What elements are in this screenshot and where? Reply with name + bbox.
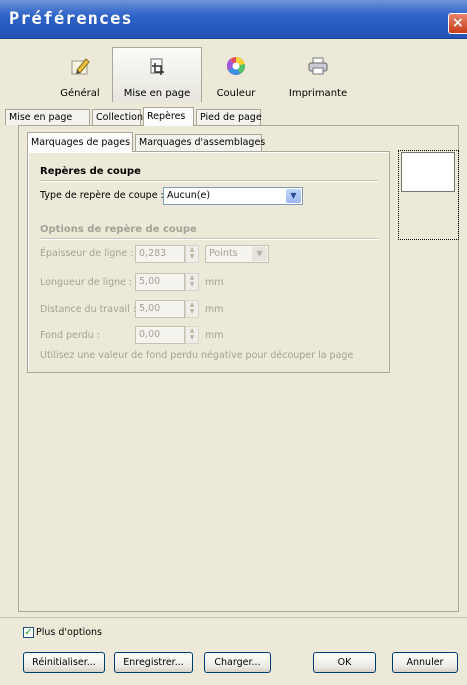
category-imprimante-label: Imprimante	[288, 88, 348, 99]
section-divider	[40, 180, 378, 182]
color-wheel-icon	[226, 56, 246, 75]
save-button[interactable]: Enregistrer...	[114, 652, 193, 673]
category-mise-en-page-label: Mise en page	[123, 88, 191, 99]
crop-type-value: Aucun(e)	[167, 190, 211, 201]
crop-type-label: Type de repère de coupe :	[40, 190, 164, 201]
window-title: Préférences	[9, 9, 133, 29]
line-width-stepper[interactable]: ▲ ▼	[185, 245, 199, 263]
subtab-marquages-assemblages[interactable]: Marquages d'assemblages	[135, 134, 265, 151]
subtab-marquages-de-pages[interactable]: Marquages de pages	[27, 132, 133, 152]
main-tab-bar: Mise en page Collection Repères Pied de …	[0, 107, 467, 126]
line-width-input[interactable]: 0,283	[135, 245, 185, 263]
distance-unit: mm	[205, 304, 224, 315]
close-button[interactable]: ×	[448, 13, 467, 34]
reset-button[interactable]: Réinitialiser...	[23, 652, 105, 673]
bottom-divider	[0, 617, 467, 618]
tab-mise-en-page[interactable]: Mise en page	[5, 109, 90, 125]
crop-marks-panel: Repères de coupe Type de repère de coupe…	[27, 151, 390, 373]
line-width-label: Épaisseur de ligne :	[40, 248, 134, 259]
line-length-stepper[interactable]: ▲ ▼	[185, 273, 199, 291]
distance-stepper[interactable]: ▲ ▼	[185, 300, 199, 318]
category-general-label: Général	[60, 88, 100, 99]
pencil-note-icon	[71, 58, 90, 75]
section-title-crop-marks: Repères de coupe	[40, 166, 141, 177]
cancel-button[interactable]: Annuler	[392, 652, 458, 673]
category-imprimante[interactable]: Imprimante	[282, 47, 354, 102]
chevron-down-icon: ▼	[286, 189, 301, 203]
tab-collection[interactable]: Collection	[92, 109, 143, 125]
distance-label: Distance du travail :	[40, 304, 137, 315]
crop-icon	[150, 58, 164, 75]
tab-pied-de-page[interactable]: Pied de page	[196, 109, 262, 125]
category-toolbar: Général Mise en page Couleur Imprimante	[0, 39, 467, 103]
line-length-input[interactable]: 5,00	[135, 273, 185, 291]
section-divider	[40, 238, 378, 240]
tab-reperes[interactable]: Repères	[143, 107, 194, 126]
ok-button[interactable]: OK	[313, 652, 376, 673]
printer-icon	[308, 57, 328, 75]
line-length-label: Longueur de ligne :	[40, 277, 133, 288]
more-options-checkbox[interactable]: ✓	[23, 627, 34, 638]
chevron-down-icon: ▼	[252, 247, 267, 261]
line-width-unit-value: Points	[209, 248, 238, 259]
more-options-label: Plus d'options	[36, 627, 102, 638]
distance-input[interactable]: 5,00	[135, 300, 185, 318]
section-title-crop-options: Options de repère de coupe	[40, 224, 197, 235]
bleed-hint: Utilisez une valeur de fond perdu négati…	[40, 350, 354, 361]
category-couleur[interactable]: Couleur	[206, 47, 266, 102]
bleed-unit: mm	[205, 330, 224, 341]
load-button[interactable]: Charger...	[204, 652, 271, 673]
crop-type-select[interactable]: Aucun(e) ▼	[163, 187, 303, 205]
line-length-unit: mm	[205, 277, 224, 288]
page-preview	[401, 152, 455, 192]
title-bar: Préférences ×	[0, 0, 467, 39]
category-general[interactable]: Général	[47, 47, 113, 102]
category-mise-en-page[interactable]: Mise en page	[112, 47, 202, 102]
line-width-unit-select[interactable]: Points ▼	[205, 245, 269, 263]
bleed-stepper[interactable]: ▲ ▼	[185, 326, 199, 344]
bleed-input[interactable]: 0,00	[135, 326, 185, 344]
bleed-label: Fond perdu :	[40, 330, 100, 341]
close-icon: ×	[452, 15, 464, 31]
category-couleur-label: Couleur	[216, 88, 256, 99]
